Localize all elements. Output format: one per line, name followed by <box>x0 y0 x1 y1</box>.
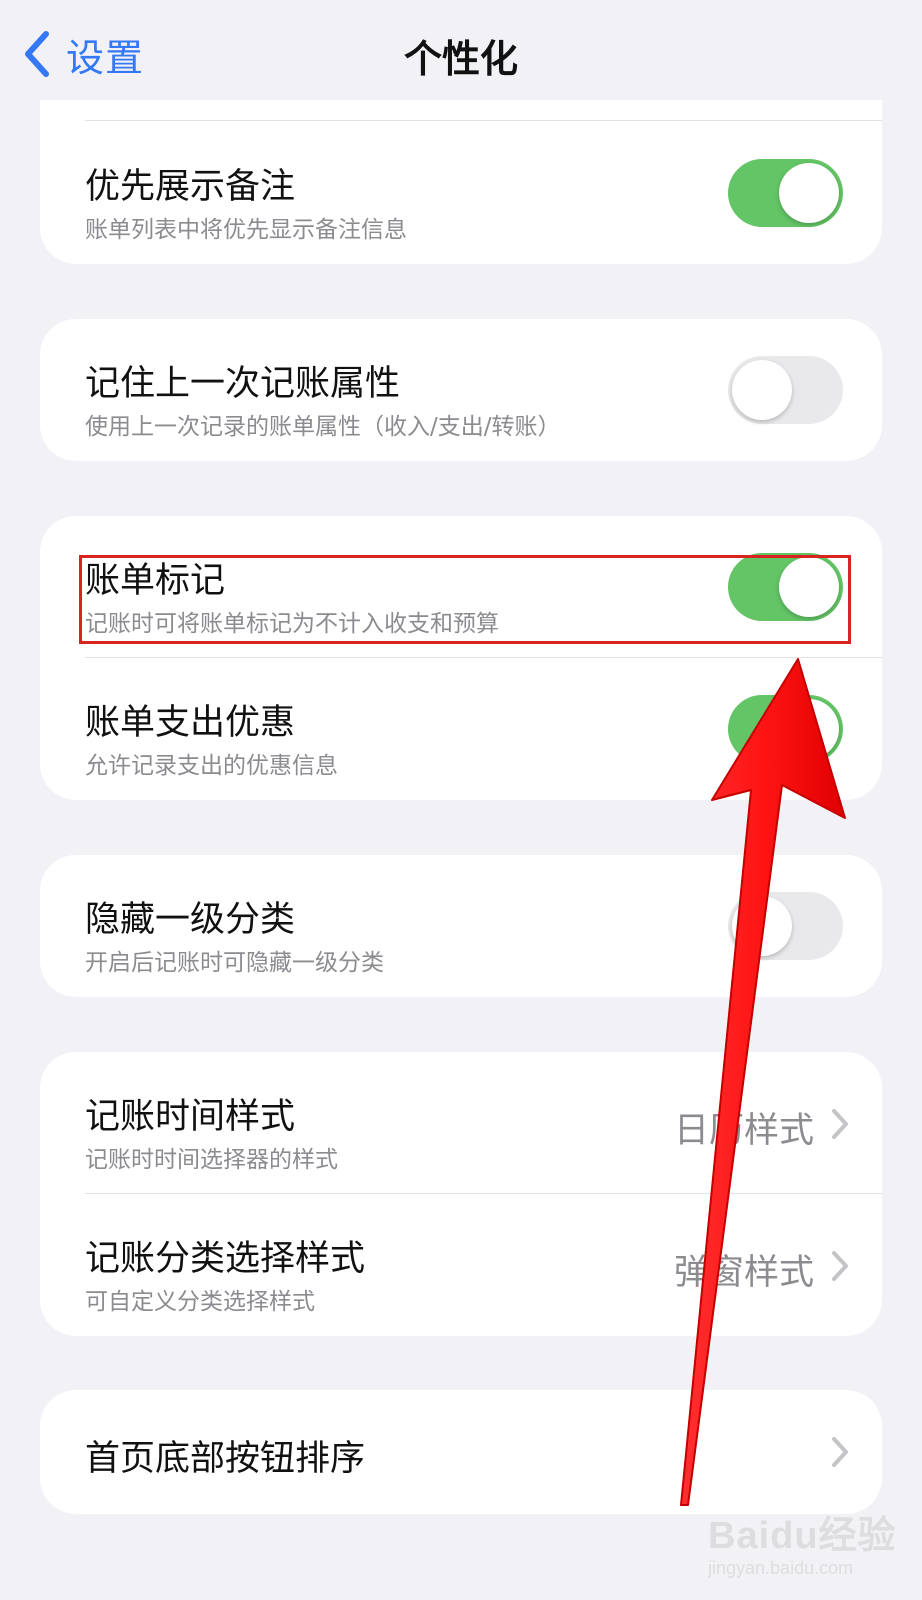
chevron-right-icon <box>832 1251 848 1281</box>
watermark-url: jingyan.baidu.com <box>708 1558 854 1578</box>
setting-row-expense-discount: 账单支出优惠 允许记录支出的优惠信息 <box>40 658 882 800</box>
settings-group-6: 首页底部按钮排序 <box>40 1390 882 1514</box>
divider <box>85 120 882 121</box>
setting-subtitle: 开启后记账时可隐藏一级分类 <box>85 950 384 976</box>
setting-subtitle: 账单列表中将优先显示备注信息 <box>85 217 407 243</box>
setting-title: 账单标记 <box>85 561 226 601</box>
setting-row-bill-mark: 账单标记 记账时可将账单标记为不计入收支和预算 <box>40 516 882 658</box>
setting-title: 账单支出优惠 <box>85 703 296 743</box>
setting-title: 优先展示备注 <box>85 167 296 207</box>
navigation-bar: 设置 个性化 <box>0 0 922 100</box>
setting-subtitle: 记账时时间选择器的样式 <box>85 1147 338 1173</box>
setting-title: 记住上一次记账属性 <box>85 364 401 404</box>
show-note-first-toggle[interactable] <box>728 159 843 227</box>
toggle-knob <box>779 163 839 223</box>
category-select-style-value: 弹窗样式 <box>673 1253 814 1293</box>
setting-row-remember-last-attr: 记住上一次记账属性 使用上一次记录的账单属性（收入/支出/转账） <box>40 319 882 461</box>
expense-discount-toggle[interactable] <box>728 695 843 763</box>
chevron-right-icon <box>832 1109 848 1139</box>
setting-subtitle: 允许记录支出的优惠信息 <box>85 753 338 779</box>
setting-row-hide-primary-category: 隐藏一级分类 开启后记账时可隐藏一级分类 <box>40 855 882 997</box>
setting-subtitle: 使用上一次记录的账单属性（收入/支出/转账） <box>85 414 561 440</box>
setting-row-bottom-button-order[interactable]: 首页底部按钮排序 <box>40 1390 882 1514</box>
setting-title: 隐藏一级分类 <box>85 900 296 940</box>
setting-row-category-select-style[interactable]: 记账分类选择样式 可自定义分类选择样式 弹窗样式 <box>40 1194 882 1336</box>
hide-primary-category-toggle[interactable] <box>728 892 843 960</box>
settings-group-4: 隐藏一级分类 开启后记账时可隐藏一级分类 <box>40 855 882 997</box>
page-title: 个性化 <box>403 37 518 81</box>
time-style-value: 日历样式 <box>673 1111 814 1151</box>
setting-row-time-style[interactable]: 记账时间样式 记账时时间选择器的样式 日历样式 <box>40 1052 882 1194</box>
setting-subtitle: 可自定义分类选择样式 <box>85 1289 315 1315</box>
settings-group-3: 账单标记 记账时可将账单标记为不计入收支和预算 账单支出优惠 允许记录支出的优惠… <box>40 516 882 800</box>
settings-group-2: 记住上一次记账属性 使用上一次记录的账单属性（收入/支出/转账） <box>40 319 882 461</box>
setting-row-show-note-first: 优先展示备注 账单列表中将优先显示备注信息 <box>40 122 882 264</box>
settings-group-5: 记账时间样式 记账时时间选择器的样式 日历样式 记账分类选择样式 可自定义分类选… <box>40 1052 882 1336</box>
toggle-knob <box>732 896 792 956</box>
remember-last-attr-toggle[interactable] <box>728 356 843 424</box>
setting-subtitle: 记账时可将账单标记为不计入收支和预算 <box>85 611 499 637</box>
chevron-right-icon <box>832 1437 848 1467</box>
setting-title: 记账分类选择样式 <box>85 1239 366 1279</box>
toggle-knob <box>732 360 792 420</box>
toggle-knob <box>779 557 839 617</box>
toggle-knob <box>779 699 839 759</box>
setting-title: 记账时间样式 <box>85 1097 296 1137</box>
bill-mark-toggle[interactable] <box>728 553 843 621</box>
setting-title: 首页底部按钮排序 <box>85 1439 366 1479</box>
